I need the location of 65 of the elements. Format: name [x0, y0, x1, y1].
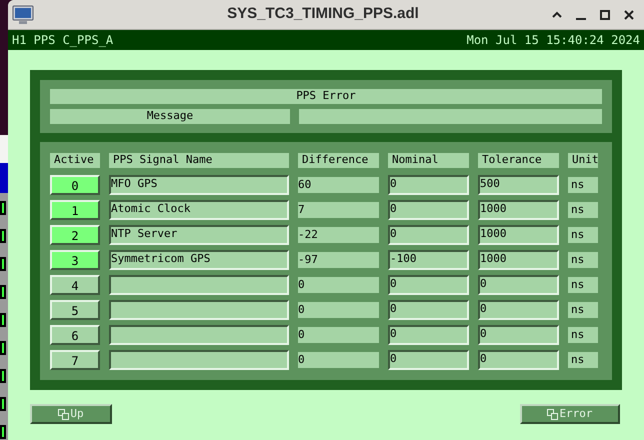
signal-name-field[interactable]: NTP Server	[109, 224, 289, 244]
nominal-field[interactable]: -100	[388, 250, 469, 270]
difference-value: -97	[298, 252, 379, 268]
active-toggle[interactable]: 4	[50, 274, 100, 294]
signal-name-field[interactable]: Atomic Clock	[109, 200, 289, 220]
unit-label: ns	[568, 326, 598, 342]
tolerance-field[interactable]: 1000	[478, 200, 559, 220]
tolerance-field[interactable]: 0	[478, 300, 559, 320]
active-toggle[interactable]: 6	[50, 324, 100, 344]
active-toggle[interactable]: 0	[50, 174, 100, 194]
tolerance-field[interactable]: 1000	[478, 224, 559, 244]
message-label: Message	[50, 109, 290, 124]
difference-value: 0	[298, 302, 379, 318]
difference-value: 7	[298, 202, 379, 218]
signal-name-field[interactable]: MFO GPS	[109, 174, 289, 194]
close-button[interactable]	[624, 10, 634, 20]
signal-name-field[interactable]	[109, 324, 289, 344]
difference-value: 0	[298, 276, 379, 292]
window-title: SYS_TC3_TIMING_PPS.adl	[226, 4, 420, 24]
related-display-icon	[58, 408, 70, 420]
unit-label: ns	[568, 352, 598, 368]
column-header: Tolerance	[478, 153, 559, 168]
difference-value: 0	[298, 326, 379, 342]
tolerance-field[interactable]: 500	[478, 174, 559, 194]
nominal-field[interactable]: 0	[388, 224, 469, 244]
nominal-field[interactable]: 0	[388, 324, 469, 344]
active-toggle[interactable]: 1	[50, 200, 100, 220]
active-toggle[interactable]: 5	[50, 300, 100, 320]
signal-name-field[interactable]: Symmetricom GPS	[109, 250, 289, 270]
difference-value: -22	[298, 226, 379, 242]
unit-label: ns	[568, 302, 598, 318]
column-header: Nominal	[388, 153, 469, 168]
nominal-field[interactable]: 0	[388, 274, 469, 294]
column-header: Unit	[568, 153, 598, 168]
tolerance-field[interactable]: 0	[478, 324, 559, 344]
column-header: Active	[50, 153, 100, 168]
shade-button[interactable]	[552, 10, 562, 18]
signal-name-field[interactable]	[109, 274, 289, 294]
related-display-icon	[547, 408, 558, 420]
nominal-field[interactable]: 0	[388, 350, 469, 370]
error-title: PPS Error	[50, 89, 602, 104]
signal-name-field[interactable]	[109, 350, 289, 370]
unit-label: ns	[568, 252, 598, 268]
active-toggle[interactable]: 2	[50, 224, 100, 244]
tolerance-field[interactable]: 1000	[478, 250, 559, 270]
nominal-field[interactable]: 0	[388, 200, 469, 220]
nominal-field[interactable]: 0	[388, 174, 469, 194]
signal-name-field[interactable]	[109, 300, 289, 320]
monitor-icon	[12, 4, 34, 24]
date-time: Mon Jul 15 15:40:24 2024	[466, 32, 640, 49]
active-toggle[interactable]: 7	[50, 350, 100, 370]
unit-label: ns	[568, 202, 598, 218]
column-header: Difference	[298, 153, 379, 168]
tolerance-field[interactable]: 0	[478, 274, 559, 294]
unit-label: ns	[568, 176, 598, 192]
maximize-button[interactable]	[600, 10, 610, 20]
active-toggle[interactable]: 3	[50, 250, 100, 270]
unit-label: ns	[568, 226, 598, 242]
tolerance-field[interactable]: 0	[478, 350, 559, 370]
column-header: PPS Signal Name	[109, 153, 289, 168]
difference-value: 0	[298, 352, 379, 368]
nominal-field[interactable]: 0	[388, 300, 469, 320]
unit-label: ns	[568, 276, 598, 292]
header-label: H1 PPS C_PPS_A	[12, 32, 114, 49]
difference-value: 60	[298, 176, 379, 192]
